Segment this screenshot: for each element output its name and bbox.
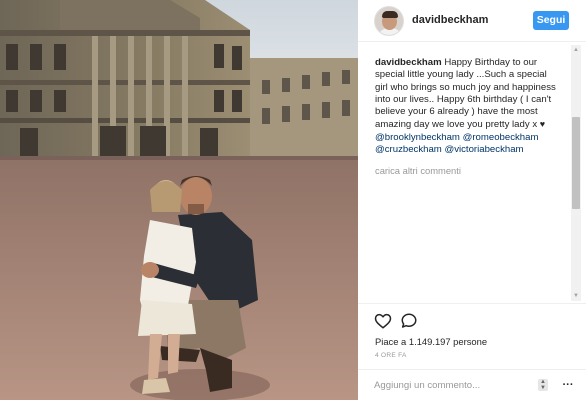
- post-header: davidbeckham Segui: [358, 0, 586, 42]
- photo-illustration: [0, 0, 358, 400]
- mention-link[interactable]: @brooklynbeckham: [375, 132, 460, 143]
- post-timestamp: 4 ORE FA: [375, 352, 407, 359]
- caption-text: Happy Birthday to our special little you…: [375, 57, 556, 131]
- ellipsis-icon[interactable]: ···: [561, 378, 575, 392]
- add-comment-bar: ▲▼ ···: [358, 369, 586, 400]
- speech-bubble-icon[interactable]: [400, 312, 418, 330]
- heart-outline-icon[interactable]: [374, 312, 392, 330]
- likes-count[interactable]: Piace a 1.149.197 persone: [375, 336, 487, 347]
- comments-section: davidbeckham Happy Birthday to our speci…: [358, 43, 572, 301]
- updown-arrows-icon[interactable]: ▲ ▼: [538, 379, 548, 391]
- follow-button[interactable]: Segui: [533, 11, 569, 30]
- load-more-comments-link[interactable]: carica altri commenti: [375, 165, 560, 177]
- post-photo: [0, 0, 358, 400]
- caption-username[interactable]: davidbeckham: [375, 57, 442, 68]
- scroll-up-arrow-icon[interactable]: ▲: [571, 45, 581, 55]
- post-sidebar: davidbeckham Segui davidbeckham Happy Bi…: [358, 0, 586, 400]
- comments-scrollbar[interactable]: ▲ ▼: [571, 45, 581, 301]
- avatar[interactable]: [374, 6, 404, 36]
- comment-input[interactable]: [374, 376, 534, 394]
- post-username[interactable]: davidbeckham: [412, 14, 488, 26]
- post-actions: Piace a 1.149.197 persone 4 ORE FA: [358, 303, 586, 369]
- caption: davidbeckham Happy Birthday to our speci…: [375, 57, 560, 156]
- mention-link[interactable]: @cruzbeckham: [375, 144, 442, 155]
- scrollbar-thumb[interactable]: [572, 117, 580, 209]
- heart-emoji: ♥: [539, 119, 546, 130]
- mention-link[interactable]: @romeobeckham: [463, 132, 539, 143]
- avatar-hair: [382, 11, 398, 18]
- scroll-down-arrow-icon[interactable]: ▼: [571, 291, 581, 301]
- mention-link[interactable]: @victoriabeckham: [444, 144, 523, 155]
